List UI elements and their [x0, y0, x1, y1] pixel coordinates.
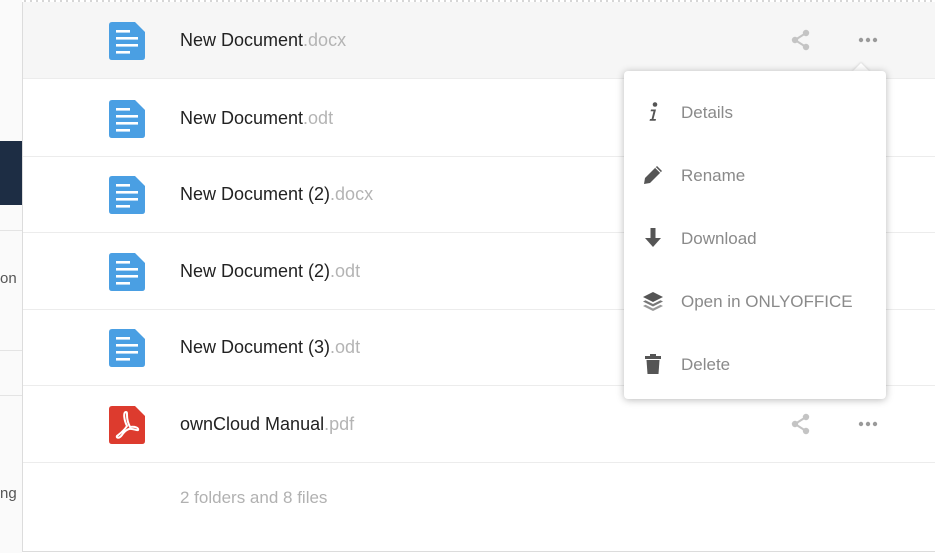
- share-icon[interactable]: [790, 413, 812, 435]
- file-basename: New Document (2): [180, 261, 331, 281]
- more-options-icon[interactable]: [856, 413, 880, 435]
- background-text-fragment: on: [0, 270, 17, 287]
- file-actions-menu: Details Rename Download Open in ONLYOFFI…: [624, 71, 886, 399]
- menu-item-label: Delete: [681, 355, 731, 374]
- document-icon: [109, 100, 145, 138]
- file-extension: .docx: [330, 184, 374, 204]
- file-name[interactable]: New Document (2).odt: [180, 233, 360, 309]
- menu-item-open-in-onlyoffice[interactable]: Open in ONLYOFFICE: [624, 270, 886, 333]
- file-basename: New Document: [180, 108, 304, 128]
- share-icon[interactable]: [790, 29, 812, 51]
- info-icon: [649, 102, 658, 121]
- menu-item-label: Open in ONLYOFFICE: [681, 292, 853, 311]
- background-header-band: [0, 141, 22, 205]
- file-extension: .docx: [303, 30, 347, 50]
- file-extension: .odt: [303, 108, 334, 128]
- file-count-summary: 2 folders and 8 files: [180, 488, 328, 507]
- file-basename: New Document (3): [180, 337, 331, 357]
- menu-item-details[interactable]: Details: [624, 81, 886, 144]
- menu-item-label: Download: [681, 229, 757, 248]
- file-extension: .odt: [330, 337, 361, 357]
- file-name[interactable]: New Document (2).docx: [180, 156, 373, 232]
- document-icon: [109, 253, 145, 291]
- document-icon: [109, 176, 145, 214]
- background-text-fragment: ng: [0, 485, 17, 502]
- file-extension: .odt: [330, 261, 361, 281]
- more-options-icon[interactable]: [856, 29, 880, 51]
- table-row[interactable]: New Document.docx: [23, 2, 935, 79]
- trash-icon: [645, 354, 661, 374]
- background-divider: [0, 395, 22, 396]
- background-divider: [0, 230, 22, 231]
- download-arrow-icon: [645, 228, 661, 247]
- file-basename: ownCloud Manual: [180, 414, 325, 434]
- pdf-icon: [109, 406, 145, 444]
- file-name[interactable]: ownCloud Manual.pdf: [180, 386, 354, 462]
- file-name[interactable]: New Document.docx: [180, 2, 346, 78]
- file-extension: .pdf: [324, 414, 355, 434]
- file-name[interactable]: New Document.odt: [180, 80, 333, 156]
- file-name[interactable]: New Document (3).odt: [180, 309, 360, 385]
- background-divider: [0, 350, 22, 351]
- menu-item-rename[interactable]: Rename: [624, 144, 886, 207]
- menu-item-download[interactable]: Download: [624, 207, 886, 270]
- menu-item-label: Rename: [681, 166, 746, 185]
- document-icon: [109, 329, 145, 367]
- menu-item-label: Details: [681, 103, 733, 122]
- file-basename: New Document: [180, 30, 304, 50]
- layers-icon: [643, 292, 663, 311]
- menu-item-delete[interactable]: Delete: [624, 333, 886, 396]
- pencil-icon: [644, 166, 662, 184]
- document-icon: [109, 22, 145, 60]
- file-basename: New Document (2): [180, 184, 331, 204]
